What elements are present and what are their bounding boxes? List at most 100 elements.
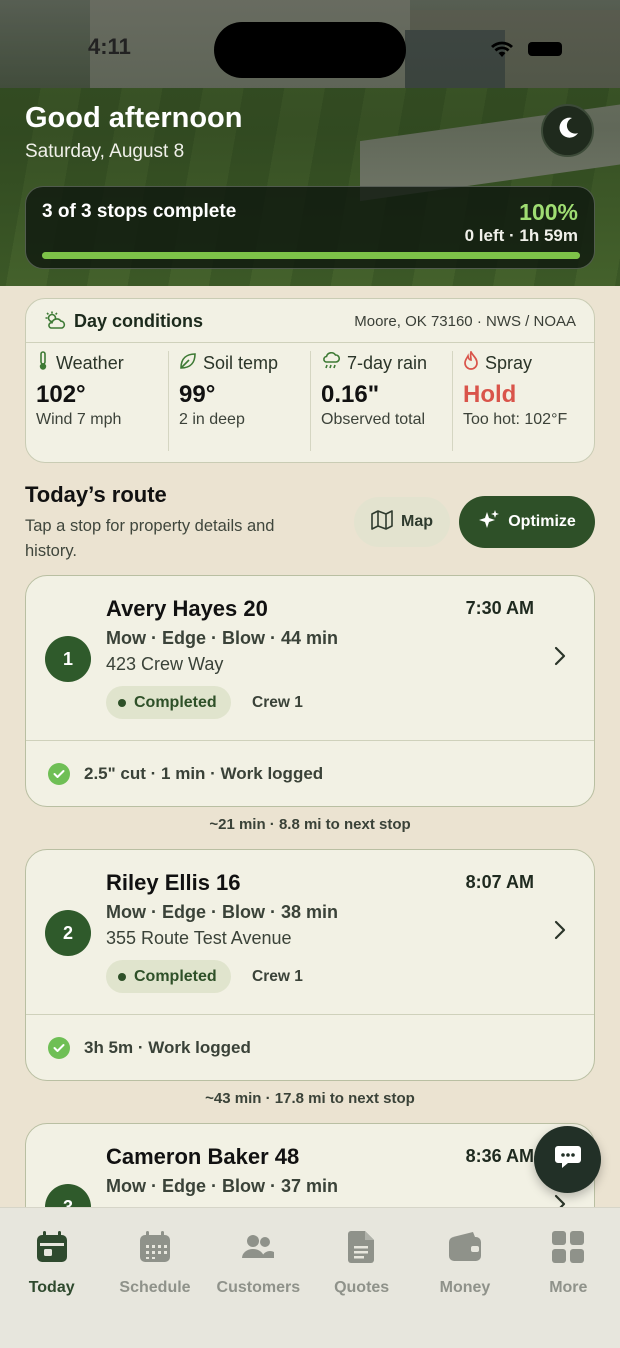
condition-detail: Too hot: 102°F — [463, 411, 568, 428]
condition-detail: 2 in deep — [179, 411, 245, 428]
checkmark-icon — [48, 1036, 70, 1059]
stop-customer-name: Riley Ellis 16 — [106, 870, 241, 895]
route-stop-card[interactable]: 1 Avery Hayes 20 7:30 AM Mow · Edge · Bl… — [25, 575, 595, 807]
route-leg-info: ~43 min · 17.8 mi to next stop — [205, 1090, 415, 1107]
leaf-icon — [179, 352, 197, 375]
chat-button[interactable] — [534, 1126, 601, 1193]
route-leg-info: ~21 min · 8.8 mi to next stop — [209, 816, 411, 833]
stop-time: 8:36 AM — [465, 1146, 534, 1166]
current-date: Saturday, August 8 — [25, 141, 185, 162]
day-conditions-card: Day conditions Moore, OK 73160 · NWS / N… — [25, 298, 595, 463]
progress-percent: 100% — [519, 199, 578, 225]
condition-value: 102° — [36, 381, 86, 408]
stop-customer-name: Cameron Baker 48 — [106, 1144, 300, 1169]
status-bar-icons — [490, 40, 562, 58]
status-badge: Completed — [106, 686, 231, 719]
tab-bar: Today Schedule Customers Quotes Money Mo… — [0, 1207, 620, 1348]
tab-label: Schedule — [119, 1279, 191, 1296]
condition-label: Weather — [56, 352, 124, 373]
progress-title: 3 of 3 stops complete — [42, 201, 237, 222]
stop-number: 1 — [45, 636, 91, 682]
checkmark-icon — [48, 762, 70, 785]
work-log-text: 3h 5m · Work logged — [84, 1037, 251, 1057]
status-badge: Completed — [106, 960, 231, 993]
spray-status-value: Hold — [463, 381, 517, 408]
tab-label: More — [549, 1279, 588, 1296]
condition-soil-temp: Soil temp 99° 2 in deep — [168, 351, 310, 451]
conditions-location: Moore, OK 73160 · NWS / NOAA — [354, 313, 576, 330]
calendar-today-icon — [35, 1230, 69, 1269]
stop-customer-name: Avery Hayes 20 — [106, 596, 268, 621]
chat-bubble-icon — [554, 1144, 582, 1175]
condition-label: 7-day rain — [347, 352, 428, 373]
thermometer-icon — [36, 350, 50, 376]
route-subtitle: Tap a stop for property details and hist… — [25, 517, 275, 560]
route-title: Today’s route — [25, 482, 167, 507]
map-button-label: Map — [401, 513, 433, 530]
tab-quotes[interactable]: Quotes — [310, 1208, 413, 1348]
tab-label: Customers — [216, 1279, 301, 1296]
greeting-title: Good afternoon — [25, 102, 243, 134]
condition-rain: 7-day rain 0.16" Observed total — [310, 351, 452, 451]
stop-work-log: 3h 5m · Work logged — [26, 1014, 594, 1080]
stop-time: 8:07 AM — [465, 872, 534, 892]
condition-weather: Weather 102° Wind 7 mph — [26, 350, 168, 451]
route-stop-card[interactable]: 2 Riley Ellis 16 8:07 AM Mow · Edge · Bl… — [25, 849, 595, 1081]
tab-label: Today — [28, 1279, 75, 1296]
status-badge-label: Completed — [134, 967, 217, 985]
flame-icon — [463, 349, 479, 376]
optimize-button-label: Optimize — [508, 513, 576, 530]
condition-label: Spray — [485, 352, 533, 373]
dark-mode-button[interactable] — [541, 104, 594, 157]
status-dot-icon — [118, 698, 126, 707]
people-icon — [240, 1230, 276, 1269]
condition-detail: Wind 7 mph — [36, 411, 122, 428]
work-log-text: 2.5" cut · 1 min · Work logged — [84, 763, 324, 783]
stop-address: 355 Route Test Avenue — [106, 928, 292, 948]
stop-work-log: 2.5" cut · 1 min · Work logged — [26, 740, 594, 806]
condition-detail: Observed total — [321, 411, 426, 428]
stop-crew: Crew 1 — [252, 694, 303, 711]
tab-schedule[interactable]: Schedule — [103, 1208, 206, 1348]
partly-sunny-icon — [44, 311, 66, 336]
stop-address: 423 Crew Way — [106, 654, 224, 674]
document-icon — [347, 1230, 377, 1269]
tab-customers[interactable]: Customers — [207, 1208, 310, 1348]
status-dot-icon — [118, 972, 126, 981]
condition-label: Soil temp — [203, 352, 279, 373]
dynamic-island — [214, 22, 406, 78]
stop-services: Mow · Edge · Blow · 37 min — [106, 1176, 339, 1196]
stop-number: 2 — [45, 910, 91, 956]
progress-bar-fill — [42, 252, 580, 259]
map-button[interactable]: Map — [354, 497, 450, 547]
day-conditions-title: Day conditions — [74, 311, 204, 331]
condition-spray: Spray Hold Too hot: 102°F — [452, 349, 594, 451]
tab-today[interactable]: Today — [0, 1208, 103, 1348]
calendar-grid-icon — [138, 1230, 172, 1269]
status-badge-label: Completed — [134, 693, 217, 711]
tab-more[interactable]: More — [517, 1208, 620, 1348]
map-icon — [371, 509, 393, 535]
condition-value: 0.16" — [321, 381, 380, 408]
optimize-button[interactable]: Optimize — [459, 496, 595, 548]
progress-bar — [42, 252, 580, 259]
sparkles-icon — [478, 509, 500, 536]
day-conditions-header: Day conditions Moore, OK 73160 · NWS / N… — [26, 299, 594, 343]
status-bar-time: 4:11 — [88, 34, 131, 59]
tab-label: Money — [439, 1279, 491, 1296]
grid-icon — [551, 1230, 585, 1269]
tab-money[interactable]: Money — [413, 1208, 516, 1348]
condition-value: 99° — [179, 381, 216, 408]
wallet-icon — [447, 1230, 483, 1269]
progress-card: 3 of 3 stops complete 100% 0 left · 1h 5… — [25, 186, 595, 269]
chevron-right-icon — [554, 920, 566, 945]
moon-icon — [555, 115, 581, 146]
stop-services: Mow · Edge · Blow · 38 min — [106, 902, 339, 922]
tab-label: Quotes — [334, 1279, 390, 1296]
stop-crew: Crew 1 — [252, 968, 303, 985]
conditions-columns: Weather 102° Wind 7 mph Soil temp 99° 2 … — [26, 349, 594, 457]
battery-icon — [528, 42, 562, 56]
progress-detail: 0 left · 1h 59m — [464, 226, 578, 245]
chevron-right-icon — [554, 646, 566, 671]
wifi-icon — [490, 40, 514, 58]
